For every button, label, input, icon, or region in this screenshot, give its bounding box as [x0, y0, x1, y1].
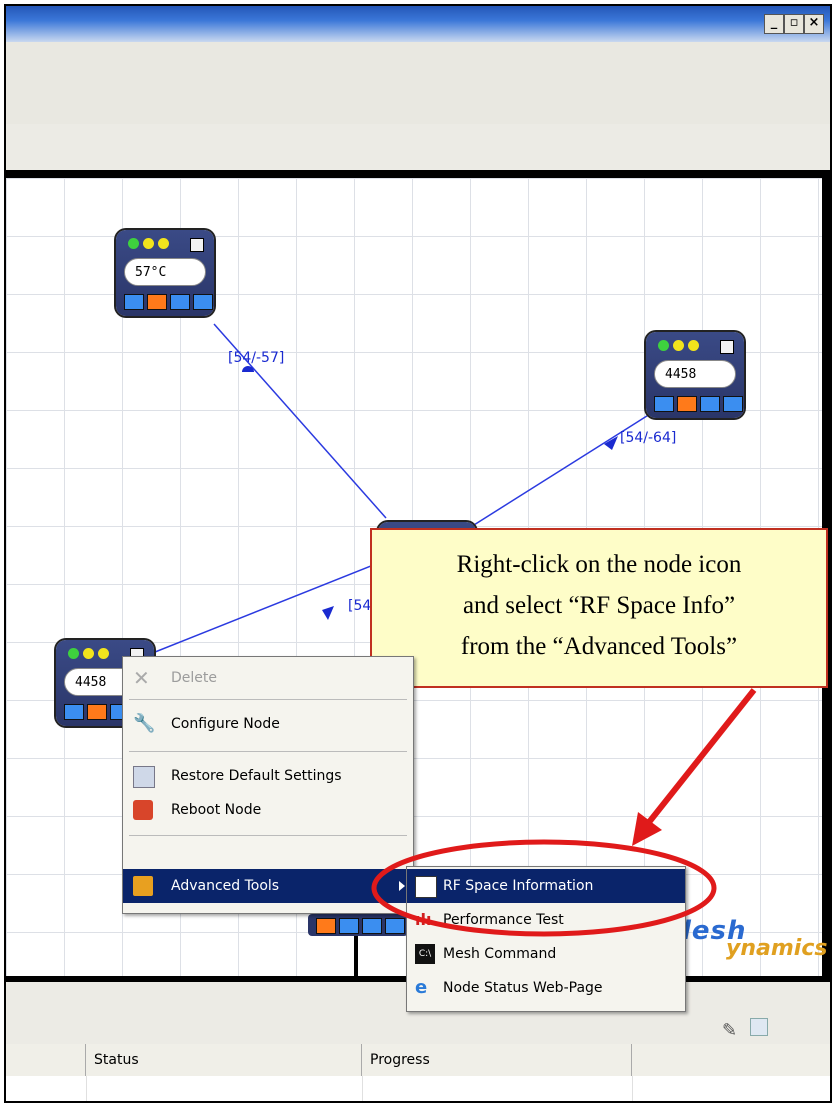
secondary-toolbar: [6, 124, 830, 171]
minimize-button[interactable]: _: [764, 14, 784, 34]
window-controls: _ ▫ ×: [764, 14, 824, 34]
menu-item-mesh-command[interactable]: C:\ Mesh Command: [407, 937, 685, 971]
menu-item-advanced-tools[interactable]: Advanced Tools: [123, 869, 413, 903]
table-row[interactable]: [6, 1076, 830, 1101]
tools-icon: [133, 876, 153, 896]
column-header-blank[interactable]: [6, 1044, 86, 1076]
node-display: 4458: [654, 360, 736, 388]
callout-line-1: Right-click on the node icon: [456, 551, 742, 578]
advanced-tools-submenu: RF Space Information ılı Performance Tes…: [406, 866, 686, 1012]
chart-icon: [415, 876, 437, 898]
command-icon: C:\: [415, 944, 435, 964]
node-context-menu: ✕ Delete 🔧 Configure Node Restore Defaul…: [122, 656, 414, 914]
performance-icon: ılı: [415, 910, 432, 929]
link-signal-label: [54/-64]: [620, 430, 677, 446]
column-header-status[interactable]: Status: [86, 1044, 362, 1076]
toolbar: [6, 42, 830, 125]
link-signal-label: [54: [348, 598, 372, 614]
brand-logo-dynamics: ynamics: [726, 936, 828, 961]
delete-icon: ✕: [133, 666, 150, 690]
close-button[interactable]: ×: [804, 14, 824, 34]
wrench-icon: 🔧: [133, 713, 156, 734]
link-arrow-3: [322, 606, 334, 620]
link-signal-label: [54/-57]: [228, 350, 285, 366]
menu-item-node-status-web-page[interactable]: e Node Status Web-Page: [407, 971, 685, 1005]
maximize-button[interactable]: ▫: [784, 14, 804, 34]
node-display: 57°C: [124, 258, 206, 286]
node-minimize-icon[interactable]: [190, 238, 204, 252]
node-minimize-icon[interactable]: [720, 340, 734, 354]
menu-item-rf-space-information[interactable]: RF Space Information: [407, 869, 685, 903]
browser-icon: e: [415, 977, 428, 998]
callout-line-3: from the “Advanced Tools”: [460, 633, 738, 660]
column-header-extra[interactable]: [632, 1044, 830, 1076]
title-bar: _ ▫ ×: [6, 6, 830, 42]
submenu-arrow-icon: [399, 881, 405, 891]
table-header: Status Progress: [6, 1044, 830, 1077]
partial-node[interactable]: [308, 914, 408, 936]
callout-line-2: and select “RF Space Info”: [462, 592, 736, 619]
menu-item-configure-node[interactable]: 🔧 Configure Node: [123, 707, 413, 741]
restore-icon: [133, 766, 155, 788]
reboot-icon: [133, 800, 153, 820]
instruction-callout: Right-click on the node icon and select …: [370, 528, 828, 688]
save-icon[interactable]: [750, 1018, 768, 1036]
menu-item-delete[interactable]: ✕ Delete: [123, 661, 413, 695]
erase-icon[interactable]: ✎: [722, 1020, 737, 1041]
menu-item-performance-test[interactable]: ılı Performance Test: [407, 903, 685, 937]
menu-item-restore-defaults[interactable]: Restore Default Settings: [123, 759, 413, 793]
column-header-progress[interactable]: Progress: [362, 1044, 632, 1076]
mesh-node-1[interactable]: 57°C: [116, 230, 214, 316]
menu-item-reboot-node[interactable]: Reboot Node: [123, 793, 413, 827]
mesh-node-2[interactable]: 4458: [646, 332, 744, 418]
